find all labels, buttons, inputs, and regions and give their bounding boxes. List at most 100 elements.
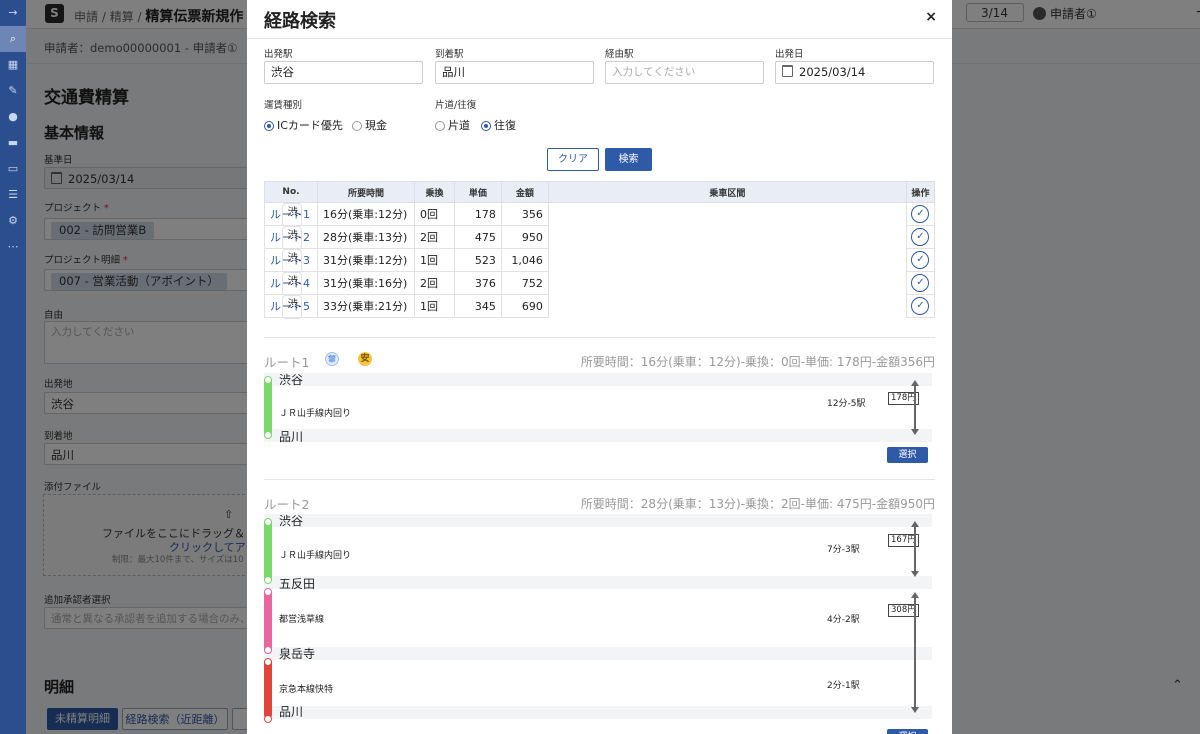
station-name: 渋谷 — [279, 373, 304, 387]
station-dot-icon — [264, 431, 272, 439]
divider — [264, 337, 935, 338]
departure-date-input[interactable]: 2025/03/14 — [775, 61, 934, 84]
more-icon[interactable]: ⋯ — [0, 234, 26, 260]
user-settings-icon[interactable]: ⚙ — [0, 208, 26, 234]
to-station-input[interactable]: 品川 — [435, 61, 594, 84]
operation-cell: ✓ — [905, 248, 936, 272]
check-circle-icon[interactable]: ✓ — [911, 274, 930, 292]
station-row — [264, 514, 932, 527]
unit-price-cell: 345 — [453, 294, 502, 318]
column-header: No. — [264, 181, 318, 203]
nav-rail: → ⌕ ▦ ✎ ● ▬ ▭ ☰ ⚙ ⋯ — [0, 0, 26, 734]
column-header: 金額 — [500, 181, 549, 203]
leg-duration: 2分-1駅 — [827, 681, 860, 691]
fare-type-label: 運賃種別 — [264, 100, 303, 111]
radio-unselected-icon — [352, 121, 362, 131]
station-row — [264, 429, 932, 442]
edit-icon[interactable]: ✎ — [0, 78, 26, 104]
asakusa-line-segment — [264, 589, 272, 654]
line-name: 都営浅草線 — [279, 615, 325, 625]
unit-price-cell: 178 — [453, 202, 502, 226]
operation-cell: ✓ — [905, 294, 936, 318]
list-icon[interactable]: ☰ — [0, 182, 26, 208]
unit-price-cell: 376 — [453, 271, 502, 295]
table-row: ルート1 16分(乗車:12分) 0回 178 356 渋谷--ＪＲ山手線内回り… — [264, 202, 936, 227]
amount-cell: 950 — [500, 225, 549, 249]
modal-header: 経路検索 × — [247, 0, 952, 39]
fare-cash-radio[interactable]: 現金 — [352, 117, 387, 133]
trip-oneway-label: 片道 — [448, 119, 470, 132]
section-cell: 渋谷--東京メトロ銀座線--新橋--ＪＲ山手線外回り--品川 — [281, 294, 302, 319]
table-row: ルート4 31分(乗車:16分) 2回 376 752 渋谷--東急東横線--中… — [264, 271, 936, 296]
unit-price-cell: 523 — [453, 248, 502, 272]
time-cell: 16分(乗車:12分) — [316, 202, 415, 226]
leg-duration: 7分-3駅 — [827, 545, 860, 555]
operation-cell: ✓ — [905, 225, 936, 249]
route2-summary: 所要時間：28分(乗車：13分)-乗換：2回-単価: 475円-金額950円 — [580, 497, 935, 511]
transfer-cell: 1回 — [413, 248, 455, 272]
station-dot-icon — [264, 518, 272, 526]
select-route1-button[interactable]: 選択 — [887, 447, 928, 463]
message-icon[interactable]: ▭ — [0, 156, 26, 182]
table-row: ルート2 28分(乗車:13分) 2回 475 950 渋谷--ＪＲ山手線内回り… — [264, 225, 936, 250]
station-row — [264, 706, 932, 719]
amount-cell: 356 — [500, 202, 549, 226]
via-label: 経由駅 — [605, 49, 634, 60]
station-dot-icon — [264, 715, 272, 723]
station-dot-icon — [264, 576, 272, 584]
station-name: 品川 — [279, 430, 304, 444]
station-dot-icon — [264, 376, 272, 384]
trip-oneway-radio[interactable]: 片道 — [435, 117, 470, 133]
amount-cell: 1,046 — [500, 248, 549, 272]
table-row: ルート5 33分(乗車:21分) 1回 345 690 渋谷--東京メトロ銀座線… — [264, 294, 936, 319]
close-icon[interactable]: × — [925, 9, 937, 25]
station-dot-icon — [264, 588, 272, 596]
search-icon[interactable]: ⌕ — [0, 26, 26, 52]
group-icon[interactable]: ● — [0, 104, 26, 130]
fare-ic-label: ICカード優先 — [277, 119, 343, 132]
expand-icon[interactable]: → — [0, 0, 26, 26]
line-name: ＪＲ山手線内回り — [279, 551, 352, 561]
trip-round-radio[interactable]: 往復 — [481, 117, 516, 133]
trip-type-label: 片道/往復 — [435, 100, 477, 111]
clear-button[interactable]: クリア — [547, 148, 599, 171]
line-name: ＪＲ山手線内回り — [279, 409, 352, 419]
station-name: 品川 — [279, 705, 304, 719]
leg-duration: 4分-2駅 — [827, 615, 860, 625]
check-circle-icon[interactable]: ✓ — [911, 205, 930, 223]
route1-title: ルート1 — [264, 355, 310, 370]
check-circle-icon[interactable]: ✓ — [911, 251, 930, 269]
calendar-icon — [782, 65, 793, 77]
radio-unselected-icon — [435, 121, 445, 131]
transfer-cell: 2回 — [413, 271, 455, 295]
select-route2-button[interactable]: 選択 — [887, 729, 928, 734]
via-station-input[interactable]: 入力してください — [605, 61, 764, 84]
fare-span-line — [914, 526, 916, 572]
date-label: 出発日 — [775, 49, 804, 60]
check-circle-icon[interactable]: ✓ — [911, 228, 930, 246]
section-cell: 渋谷--ＪＲ山手線内回り--品川 — [281, 203, 302, 227]
leg-duration: 12分-5駅 — [827, 399, 866, 409]
amount-cell: 690 — [500, 294, 549, 318]
dashboard-icon[interactable]: ▦ — [0, 52, 26, 78]
fare-ic-radio[interactable]: ICカード優先 — [264, 117, 343, 133]
table-header-row: No. 所要時間 乗換 単価 金額 乗車区間 操作 — [264, 181, 936, 203]
jr-line-segment — [264, 519, 272, 583]
arrow-down-icon — [911, 707, 919, 713]
station-name: 五反田 — [279, 577, 316, 591]
station-row — [264, 373, 932, 386]
route1-summary: 所要時間：16分(乗車：12分)-乗換：0回-単価: 178円-金額356円 — [580, 355, 935, 369]
station-name: 渋谷 — [279, 514, 304, 528]
transfer-cell: 0回 — [413, 202, 455, 226]
bank-icon[interactable]: ▬ — [0, 130, 26, 156]
fare-span-line — [914, 385, 916, 430]
station-row — [264, 647, 932, 660]
trip-round-label: 往復 — [494, 119, 516, 132]
from-label: 出発駅 — [264, 49, 293, 60]
radio-selected-icon — [481, 121, 491, 131]
search-button[interactable]: 検索 — [605, 148, 652, 171]
from-station-input[interactable]: 渋谷 — [264, 61, 423, 84]
check-circle-icon[interactable]: ✓ — [911, 297, 930, 315]
divider — [264, 479, 935, 480]
column-header: 乗換 — [413, 181, 455, 203]
